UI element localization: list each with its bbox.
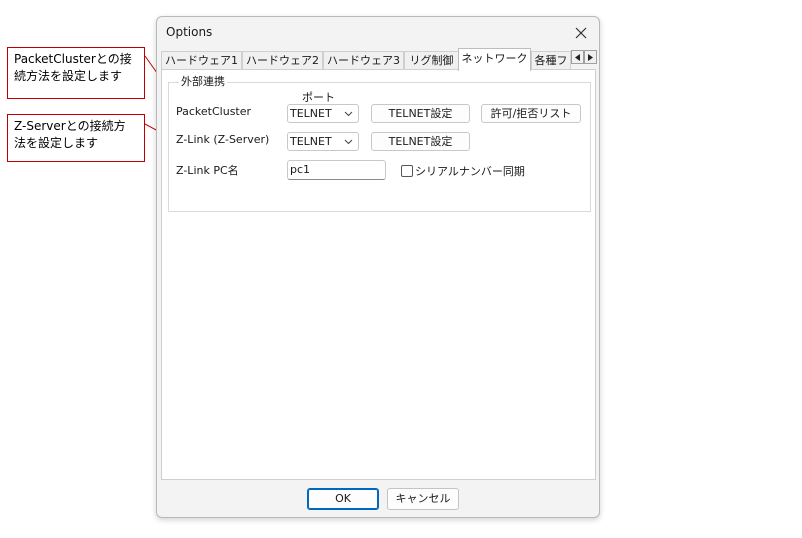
tab-hardware3[interactable]: ハードウェア3 (323, 51, 404, 69)
zlink-port-select[interactable]: TELNET (287, 132, 359, 151)
stage: PacketClusterとの接 続方法を設定します Z-Serverとの接続方… (0, 0, 802, 538)
packetcluster-label: PacketCluster (176, 105, 252, 118)
ok-button[interactable]: OK (307, 488, 379, 510)
triangle-right-icon (588, 53, 593, 61)
serial-sync-checkbox[interactable] (401, 165, 413, 177)
triangle-left-icon (575, 53, 580, 61)
close-icon (575, 27, 587, 39)
zlink-label: Z-Link (Z-Server) (176, 133, 270, 146)
zlink-port-value: TELNET (290, 135, 332, 148)
zlink-telnet-settings-button[interactable]: TELNET設定 (371, 132, 470, 151)
options-dialog: Options ハードウェア1 ハードウェア2 ハードウェア3 リグ制御 ネット… (156, 16, 600, 518)
window-title: Options (166, 25, 213, 39)
group-label: 外部連携 (179, 73, 227, 89)
callout-packetcluster: PacketClusterとの接 続方法を設定します (7, 47, 145, 99)
chevron-down-icon (344, 111, 353, 117)
packetcluster-telnet-settings-button[interactable]: TELNET設定 (371, 104, 470, 123)
cancel-button[interactable]: キャンセル (387, 488, 459, 510)
packetcluster-port-value: TELNET (290, 107, 332, 120)
tab-misc[interactable]: 各種フ (531, 51, 571, 69)
tab-scroll-left-button[interactable] (571, 50, 584, 64)
packetcluster-port-select[interactable]: TELNET (287, 104, 359, 123)
tab-rig-control[interactable]: リグ制御 (404, 51, 459, 69)
allow-deny-list-button[interactable]: 許可/拒否リスト (481, 104, 581, 123)
tab-hardware2[interactable]: ハードウェア2 (242, 51, 323, 69)
close-button[interactable] (567, 21, 595, 45)
network-tab-panel: 外部連携 ポート PacketCluster TELNET TELNET設定 許… (161, 69, 596, 480)
tab-network[interactable]: ネットワーク (458, 48, 531, 71)
serial-sync-label: シリアルナンバー同期 (415, 165, 525, 178)
pcname-label: Z-Link PC名 (176, 164, 239, 177)
tab-strip: ハードウェア1 ハードウェア2 ハードウェア3 リグ制御 ネットワーク 各種フ (161, 48, 597, 71)
title-bar: Options (157, 17, 599, 49)
callout-zserver: Z-Serverとの接続方 法を設定します (7, 114, 145, 162)
chevron-down-icon (344, 139, 353, 145)
external-link-group: 外部連携 ポート PacketCluster TELNET TELNET設定 許… (168, 73, 591, 212)
pcname-input[interactable]: pc1 (287, 160, 386, 180)
tab-scroll-right-button[interactable] (584, 50, 597, 64)
port-column-header: ポート (302, 91, 335, 104)
tab-hardware1[interactable]: ハードウェア1 (161, 51, 242, 69)
